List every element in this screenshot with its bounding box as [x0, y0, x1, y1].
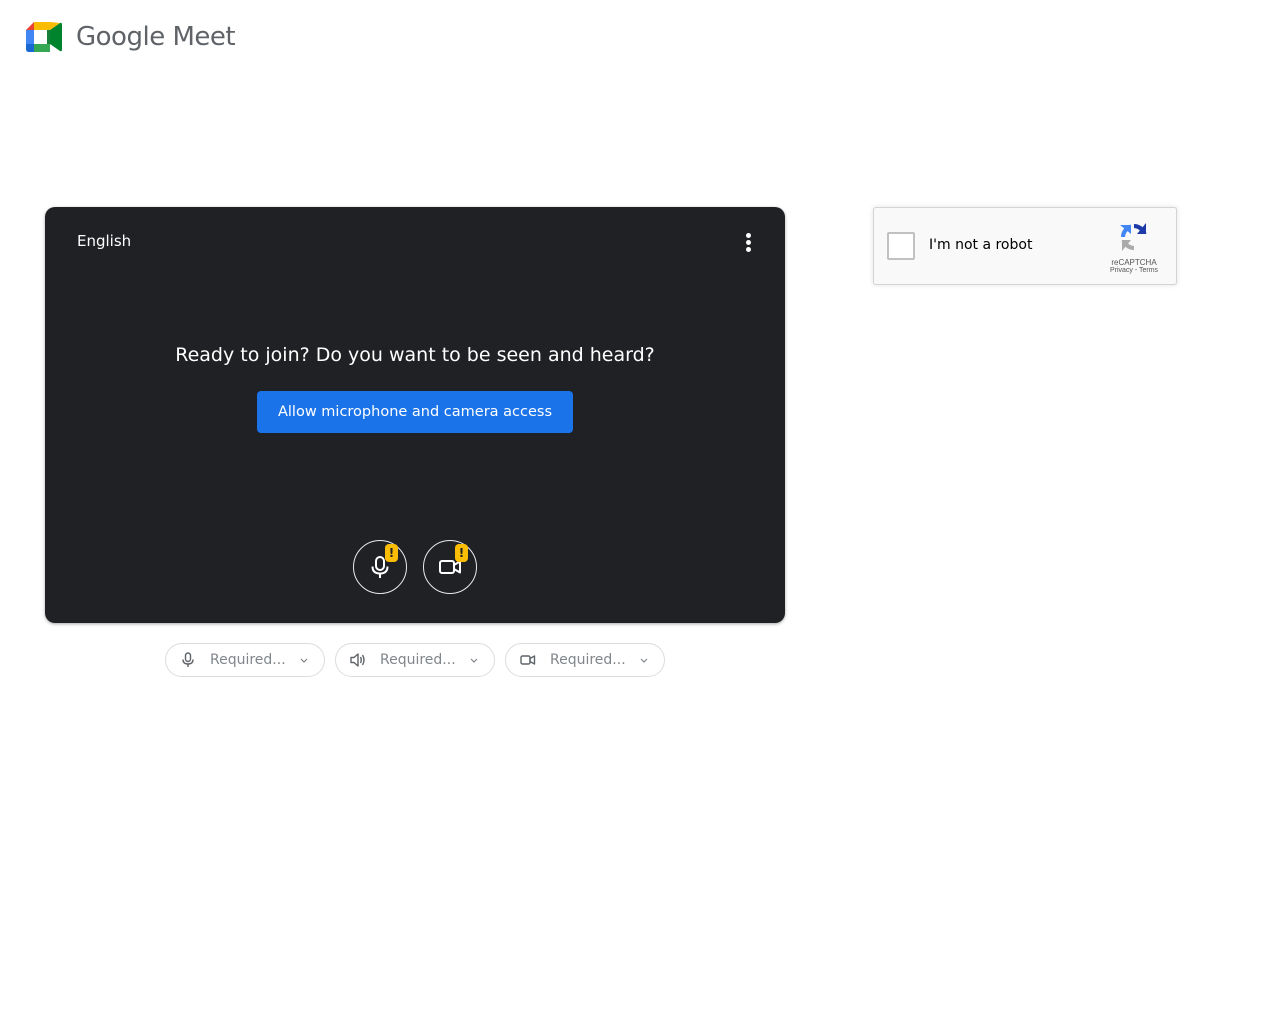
video-preview: English Ready to join? Do you want to be…	[45, 207, 785, 623]
recaptcha-icon	[1120, 223, 1147, 251]
google-meet-logo[interactable]: Google Meet	[26, 20, 236, 54]
language-label[interactable]: English	[77, 232, 131, 250]
recaptcha-brand: reCAPTCHA	[1111, 258, 1157, 267]
logo-text: Google Meet	[76, 22, 236, 52]
speaker-select-value: Required...	[380, 652, 456, 668]
speaker-icon	[348, 650, 368, 670]
recaptcha-widget: I'm not a robot reCAPTCHA Privacy - Term…	[873, 207, 1177, 285]
camera-select-value: Required...	[550, 652, 626, 668]
recaptcha-checkbox[interactable]	[887, 232, 915, 260]
microphone-icon	[178, 650, 198, 670]
camera-toggle-button[interactable]: !	[423, 540, 477, 594]
allow-access-button[interactable]: Allow microphone and camera access	[257, 391, 573, 433]
speaker-select[interactable]: Required...	[335, 643, 495, 677]
recaptcha-logo: reCAPTCHA Privacy - Terms	[1103, 221, 1165, 274]
meet-logo-icon	[26, 22, 62, 52]
microphone-select[interactable]: Required...	[165, 643, 325, 677]
mic-warning-badge: !	[385, 544, 398, 562]
microphone-toggle-button[interactable]: !	[353, 540, 407, 594]
chevron-down-icon	[638, 658, 650, 663]
chevron-down-icon	[298, 658, 310, 663]
recaptcha-links[interactable]: Privacy - Terms	[1103, 267, 1165, 274]
microphone-select-value: Required...	[210, 652, 286, 668]
join-prompt: Ready to join? Do you want to be seen an…	[175, 344, 655, 366]
camera-warning-badge: !	[455, 544, 468, 562]
more-options-icon[interactable]	[740, 233, 756, 255]
chevron-down-icon	[468, 658, 480, 663]
camera-icon	[518, 650, 538, 670]
camera-select[interactable]: Required...	[505, 643, 665, 677]
recaptcha-label: I'm not a robot	[929, 237, 1033, 253]
